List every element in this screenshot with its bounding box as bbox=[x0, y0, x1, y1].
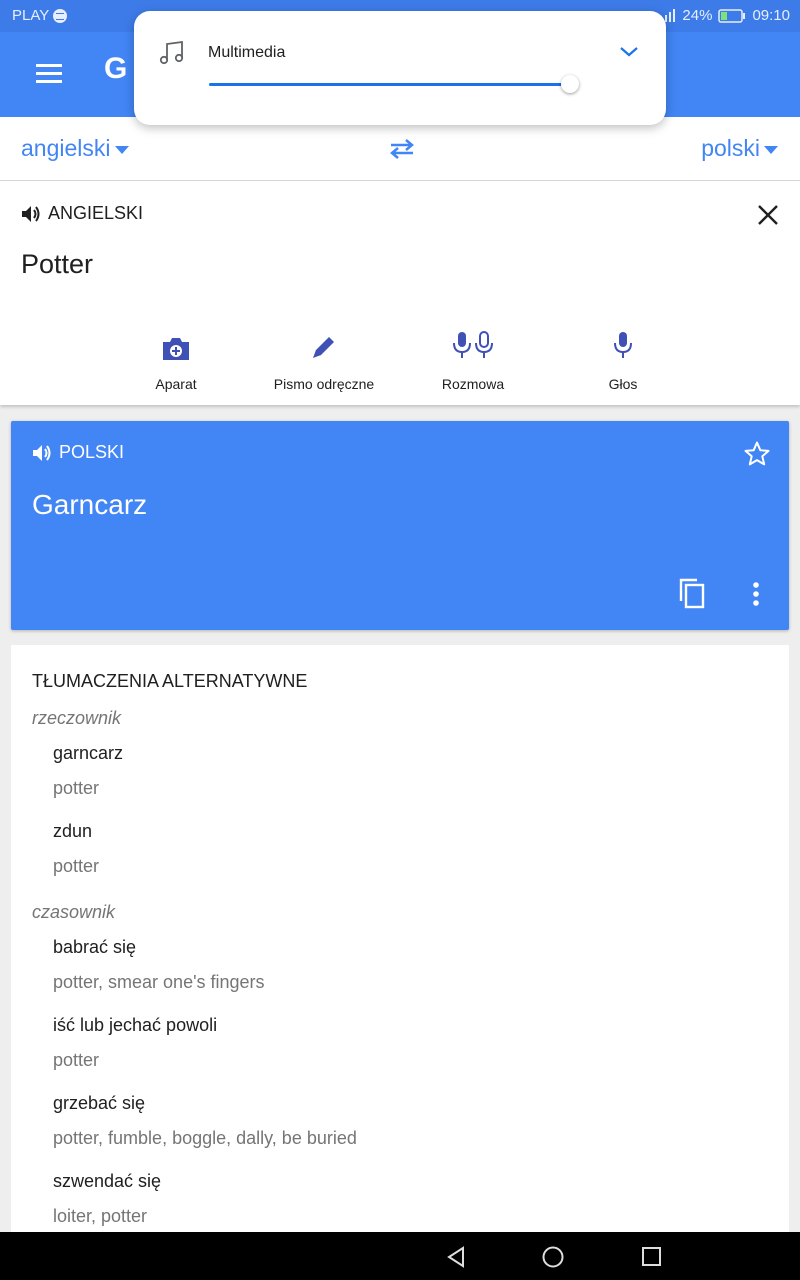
camera-icon bbox=[163, 338, 189, 360]
volume-popup: Multimedia bbox=[134, 11, 666, 125]
volume-slider-track[interactable] bbox=[209, 83, 570, 86]
handwriting-button[interactable]: Pismo odręczne bbox=[249, 326, 399, 392]
camera-button[interactable]: Aparat bbox=[101, 326, 251, 392]
target-language-name: POLSKI bbox=[59, 442, 125, 462]
source-language-name: ANGIELSKI bbox=[48, 203, 144, 223]
alternative-term[interactable]: szwendać się bbox=[53, 1171, 161, 1192]
handwriting-label: Pismo odręczne bbox=[273, 376, 375, 392]
alternative-synonyms: potter, fumble, boggle, dally, be buried bbox=[53, 1128, 357, 1148]
home-icon[interactable] bbox=[541, 1245, 565, 1269]
app-title: G bbox=[104, 52, 128, 85]
camera-label: Aparat bbox=[155, 376, 197, 392]
voice-label: Głos bbox=[608, 376, 638, 392]
alternative-translations-card: TŁUMACZENIA ALTERNATYWNE rzeczownik garn… bbox=[11, 645, 789, 1245]
star-icon[interactable] bbox=[743, 440, 771, 468]
more-options-icon[interactable] bbox=[752, 581, 760, 607]
target-language-selector[interactable]: polski bbox=[701, 135, 778, 162]
recents-icon[interactable] bbox=[641, 1246, 663, 1268]
mic-icon bbox=[614, 332, 632, 358]
alternative-term[interactable]: garncarz bbox=[53, 743, 123, 764]
target-language-label: polski bbox=[701, 135, 760, 161]
carrier-label: PLAY bbox=[12, 7, 50, 24]
input-card: ANGIELSKI Potter Aparat Pismo odręczne R… bbox=[0, 181, 800, 405]
conversation-icon bbox=[453, 331, 493, 358]
chevron-down-icon[interactable] bbox=[618, 43, 640, 59]
source-text[interactable]: Potter bbox=[21, 249, 93, 280]
close-icon[interactable] bbox=[756, 203, 780, 227]
translated-text: Garncarz bbox=[32, 489, 148, 520]
source-language-label: angielski bbox=[21, 135, 111, 161]
back-icon[interactable] bbox=[445, 1245, 467, 1269]
volume-slider-thumb[interactable] bbox=[560, 75, 579, 93]
source-language-selector[interactable]: angielski bbox=[21, 135, 129, 162]
spotify-icon bbox=[53, 8, 68, 23]
part-of-speech-label: rzeczownik bbox=[32, 708, 122, 728]
clock: 09:10 bbox=[752, 7, 790, 24]
alternative-term[interactable]: babrać się bbox=[53, 937, 136, 958]
alternative-term[interactable]: iść lub jechać powoli bbox=[53, 1015, 217, 1036]
translation-card: POLSKI Garncarz bbox=[11, 421, 789, 630]
music-note-icon bbox=[159, 40, 184, 65]
battery-percent: 24% bbox=[682, 7, 713, 24]
alternative-term[interactable]: grzebać się bbox=[53, 1093, 145, 1114]
voice-button[interactable]: Głos bbox=[548, 326, 698, 392]
swap-languages-icon[interactable] bbox=[388, 137, 416, 161]
alternatives-title: TŁUMACZENIA ALTERNATYWNE bbox=[32, 671, 308, 691]
speaker-icon[interactable] bbox=[20, 204, 42, 224]
part-of-speech-label: czasownik bbox=[32, 902, 116, 922]
conversation-button[interactable]: Rozmowa bbox=[398, 326, 548, 392]
alternative-synonyms: potter bbox=[53, 1050, 100, 1070]
alternative-synonyms: loiter, potter bbox=[53, 1206, 148, 1226]
alternative-term[interactable]: zdun bbox=[53, 821, 92, 842]
alternative-synonyms: potter, smear one's fingers bbox=[53, 972, 265, 992]
dropdown-arrow-icon bbox=[114, 145, 129, 154]
copy-icon[interactable] bbox=[677, 577, 707, 609]
system-navigation-bar bbox=[0, 1232, 800, 1280]
alternative-synonyms: potter bbox=[53, 856, 100, 876]
pen-icon bbox=[313, 337, 334, 358]
speaker-icon[interactable] bbox=[31, 443, 53, 463]
battery-icon bbox=[718, 8, 746, 23]
target-language-header: POLSKI bbox=[31, 442, 124, 463]
volume-stream-label: Multimedia bbox=[208, 44, 286, 61]
source-language-header: ANGIELSKI bbox=[20, 203, 143, 224]
alternative-synonyms: potter bbox=[53, 778, 100, 798]
conversation-label: Rozmowa bbox=[441, 376, 505, 392]
menu-icon[interactable] bbox=[36, 64, 62, 84]
dropdown-arrow-icon bbox=[764, 145, 778, 154]
